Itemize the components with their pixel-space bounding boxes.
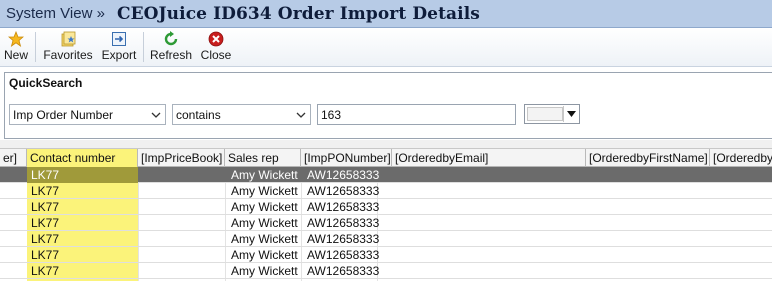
export-button[interactable]: Export [100, 30, 138, 65]
color-picker[interactable] [524, 104, 580, 124]
page-title: CEOJuice ID634 Order Import Details [116, 3, 480, 24]
dropdown-arrow-icon[interactable] [563, 106, 578, 122]
column-header-orderedbylastname[interactable]: [OrderedbyL [710, 149, 772, 167]
po-number-cell[interactable]: AW12658333 [303, 215, 379, 231]
field-select[interactable]: Imp Order Number [9, 104, 166, 125]
sales-rep-cell[interactable]: Amy Wickett [227, 215, 301, 231]
search-input[interactable]: 163 [317, 104, 516, 125]
close-label: Close [200, 48, 232, 62]
table-row[interactable]: LK77 Amy Wickett AW12658333 [0, 231, 772, 247]
contact-number-cell[interactable]: LK77 [27, 215, 138, 231]
chevron-down-icon[interactable] [149, 107, 163, 122]
panel-divider [0, 140, 772, 149]
contact-number-cell[interactable]: LK77 [27, 199, 138, 215]
contact-number-cell[interactable]: LK77 [27, 231, 138, 247]
title-bar: System View » CEOJuice ID634 Order Impor… [0, 0, 772, 28]
field-select-value: Imp Order Number [13, 108, 114, 122]
po-number-cell[interactable]: AW12658333 [303, 263, 379, 279]
contact-number-cell[interactable]: LK77 [27, 167, 138, 183]
table-row[interactable]: LK77 Amy Wickett AW12658333 [0, 263, 772, 279]
po-number-cell[interactable]: AW12658333 [303, 247, 379, 263]
column-header[interactable]: er] [0, 149, 27, 167]
column-header-orderedbyemail[interactable]: [OrderedbyEmail] [392, 149, 586, 167]
table-row[interactable]: LK77 Amy Wickett AW12658333 [0, 183, 772, 199]
sales-rep-cell[interactable]: Amy Wickett [227, 263, 301, 279]
column-header-imppricebook[interactable]: [ImpPriceBook] [138, 149, 225, 167]
po-number-cell[interactable]: AW12658333 [303, 231, 379, 247]
favorites-icon [60, 30, 77, 47]
po-number-cell[interactable]: AW12658333 [303, 183, 379, 199]
operator-select[interactable]: contains [172, 104, 311, 125]
grid-header: er] Contact number [ImpPriceBook] Sales … [0, 149, 772, 167]
table-row[interactable]: LK77 Amy Wickett AW12658333 [0, 167, 772, 183]
breadcrumb[interactable]: System View » [6, 5, 105, 22]
po-number-cell[interactable]: AW12658333 [303, 199, 379, 215]
sales-rep-cell[interactable]: Amy Wickett [227, 199, 301, 215]
refresh-label: Refresh [149, 48, 193, 62]
quicksearch-title: QuickSearch [9, 76, 83, 90]
contact-number-cell[interactable]: LK77 [27, 183, 138, 199]
contact-number-cell[interactable]: LK77 [27, 247, 138, 263]
table-row[interactable]: LK77 Amy Wickett AW12658333 [0, 247, 772, 263]
color-swatch [527, 107, 563, 121]
close-button[interactable]: Close [200, 30, 232, 65]
favorites-label: Favorites [43, 48, 93, 62]
toolbar-separator [35, 32, 36, 62]
new-label: New [3, 48, 28, 62]
operator-select-value: contains [176, 108, 221, 122]
close-icon [208, 30, 224, 47]
table-row[interactable]: LK77 Amy Wickett AW12658333 [0, 199, 772, 215]
star-icon [8, 30, 24, 47]
column-header-contact-number[interactable]: Contact number [27, 149, 138, 167]
sales-rep-cell[interactable]: Amy Wickett [227, 167, 301, 183]
results-grid: er] Contact number [ImpPriceBook] Sales … [0, 149, 772, 281]
quicksearch-panel: QuickSearch Imp Order Number contains 16… [4, 72, 772, 139]
sales-rep-cell[interactable]: Amy Wickett [227, 247, 301, 263]
contact-number-cell[interactable]: LK77 [27, 263, 138, 279]
export-label: Export [101, 48, 137, 62]
column-header-sales-rep[interactable]: Sales rep [225, 149, 301, 167]
sales-rep-cell[interactable]: Amy Wickett [227, 183, 301, 199]
refresh-button[interactable]: Refresh [150, 30, 192, 65]
refresh-icon [163, 30, 179, 47]
table-row[interactable]: LK77 Amy Wickett AW12658333 [0, 215, 772, 231]
chevron-down-icon[interactable] [294, 107, 308, 122]
toolbar-separator [143, 32, 144, 62]
po-number-cell[interactable]: AW12658333 [303, 167, 379, 183]
favorites-button[interactable]: Favorites [42, 30, 94, 65]
sales-rep-cell[interactable]: Amy Wickett [227, 231, 301, 247]
new-button[interactable]: New [3, 30, 29, 65]
column-header-orderedbyfirstname[interactable]: [OrderedbyFirstName] [586, 149, 710, 167]
column-header-imponumber[interactable]: [ImpPONumber] [301, 149, 392, 167]
export-icon [111, 30, 127, 47]
toolbar: New Favorites Export Refresh Close [0, 28, 772, 67]
